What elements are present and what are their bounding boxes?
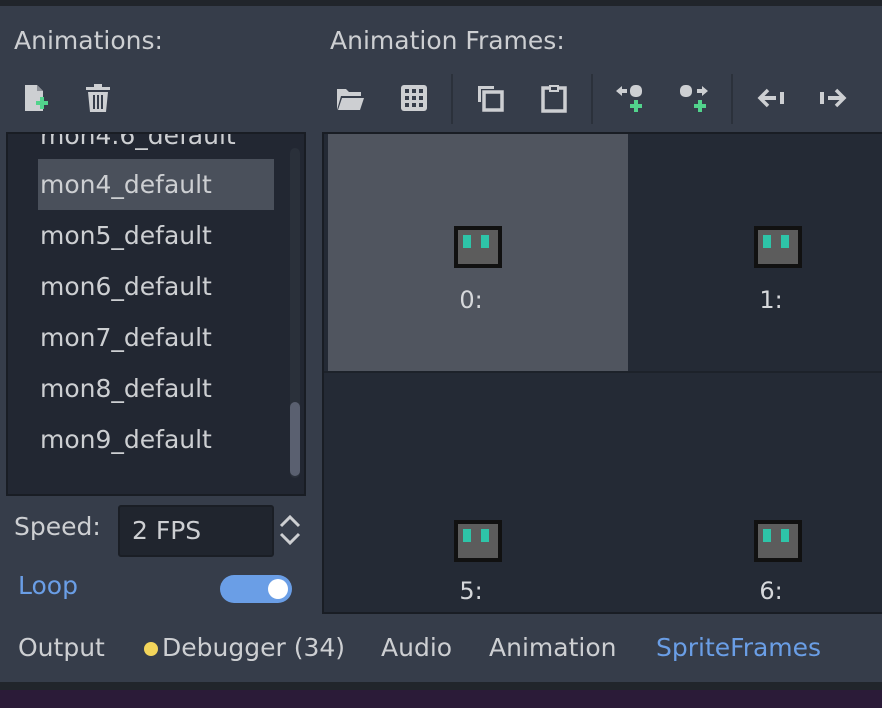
animation-item[interactable]: mon8_default — [38, 363, 274, 414]
tab-animation[interactable]: Animation — [489, 633, 616, 662]
window-bottom-edge — [0, 690, 882, 708]
animation-item[interactable]: mon7_default — [38, 312, 274, 363]
insert-after-icon[interactable] — [674, 78, 714, 118]
monster-sprite-icon — [754, 520, 802, 562]
top-border — [0, 0, 882, 6]
toolbar-separator — [731, 74, 733, 124]
animation-item[interactable]: mon5_default — [38, 210, 274, 261]
monster-sprite-icon — [454, 520, 502, 562]
animation-item[interactable]: mon6_default — [38, 261, 274, 312]
frame-label: 6: — [759, 577, 783, 605]
move-right-icon[interactable] — [814, 78, 854, 118]
tab-debugger[interactable]: Debugger (34) — [162, 633, 345, 662]
frame-cell-selected[interactable]: 0: — [328, 134, 628, 371]
delete-animation-icon[interactable] — [78, 78, 118, 118]
frame-cell[interactable]: 5: — [328, 373, 628, 610]
speed-input[interactable]: 2 FPS — [118, 505, 274, 557]
toggle-knob — [268, 579, 288, 599]
monster-sprite-icon — [754, 226, 802, 268]
insert-before-icon[interactable] — [610, 78, 650, 118]
frames-grid[interactable]: 0: 1: 5: 6: — [322, 132, 882, 614]
copy-frame-icon[interactable] — [470, 78, 510, 118]
tab-audio[interactable]: Audio — [381, 633, 452, 662]
animation-item-selected[interactable]: mon4_default — [38, 159, 274, 210]
tab-output[interactable]: Output — [18, 633, 105, 662]
paste-frame-icon[interactable] — [534, 78, 574, 118]
load-frames-icon[interactable] — [330, 78, 370, 118]
new-animation-icon[interactable] — [14, 78, 54, 118]
animation-item[interactable]: mon9_default — [38, 414, 274, 465]
debugger-status-dot-icon — [144, 642, 158, 656]
frame-cell[interactable]: 1: — [628, 134, 882, 371]
animation-item[interactable]: mon4.6_default — [38, 134, 274, 161]
monster-sprite-icon — [454, 226, 502, 268]
sprite-sheet-icon[interactable] — [394, 78, 434, 118]
loop-toggle[interactable] — [220, 575, 292, 603]
speed-label: Speed: — [14, 512, 101, 541]
toolbar-separator — [591, 74, 593, 124]
toolbar-separator — [451, 74, 453, 124]
frame-label: 0: — [459, 286, 483, 314]
animations-title: Animations: — [14, 26, 163, 55]
loop-label: Loop — [18, 571, 78, 600]
scrollbar-thumb[interactable] — [290, 402, 300, 476]
speed-spinner-icon[interactable] — [278, 512, 302, 548]
animation-frames-title: Animation Frames: — [330, 26, 565, 55]
frame-label: 1: — [759, 286, 783, 314]
tab-spriteframes[interactable]: SpriteFrames — [656, 633, 821, 662]
status-strip — [0, 682, 882, 690]
frame-label: 5: — [459, 577, 483, 605]
frame-cell[interactable]: 6: — [628, 373, 882, 610]
animation-list[interactable]: mon4.6_default mon4_default mon5_default… — [6, 132, 306, 496]
move-left-icon[interactable] — [750, 78, 790, 118]
